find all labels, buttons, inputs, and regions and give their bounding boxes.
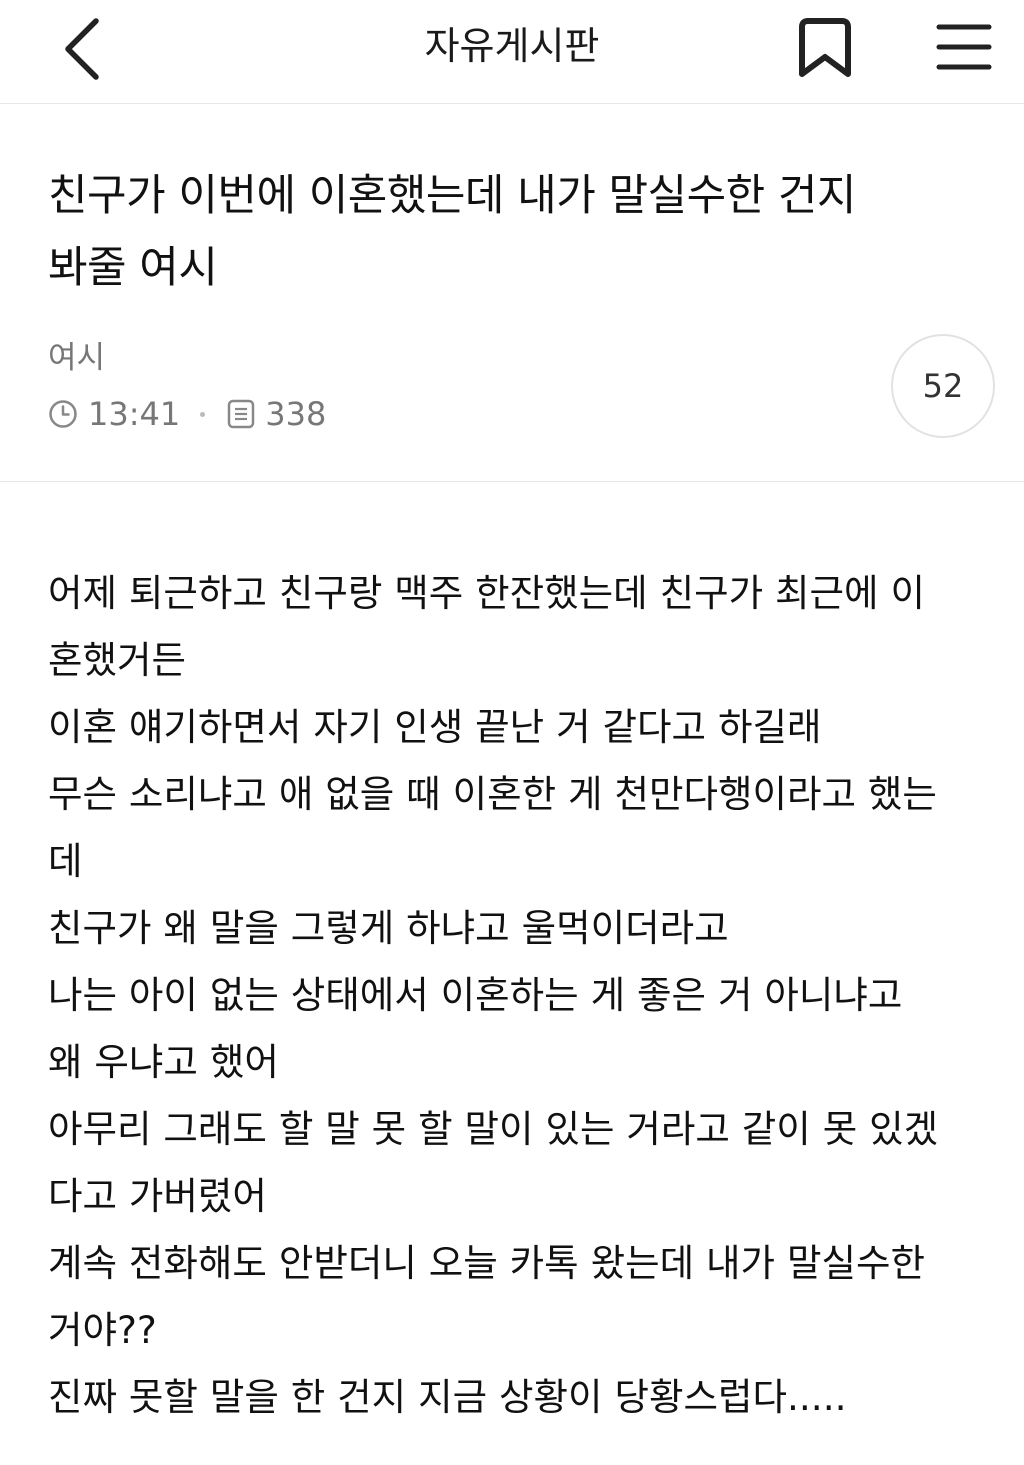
post-header: 친구가 이번에 이혼했는데 내가 말실수한 건지 봐줄 여시 여시 13:41 … [0,104,1024,482]
post-title: 친구가 이번에 이혼했는데 내가 말실수한 건지 봐줄 여시 [48,160,978,304]
post-body: 어제 퇴근하고 친구랑 맥주 한잔했는데 친구가 최근에 이 혼했거든 이혼 얘… [48,560,998,1431]
back-button[interactable] [50,14,114,84]
bookmark-icon [799,18,851,77]
chevron-left-icon [65,18,99,80]
post-title-line: 친구가 이번에 이혼했는데 내가 말실수한 건지 [48,171,856,221]
comment-count: 52 [922,367,964,405]
views-icon [227,399,255,429]
body-line: 다고 가버렸어 [48,1174,267,1218]
post-time: 13:41 [88,395,181,433]
body-line: 계속 전화해도 안받더니 오늘 카톡 왔는데 내가 말실수한 [48,1241,925,1285]
body-line: 혼했거든 [48,638,186,682]
author-name[interactable]: 여시 [48,338,105,378]
body-line: 왜 우냐고 했어 [48,1040,279,1084]
body-line: 거야?? [48,1308,157,1352]
post-meta: 13:41 338 [48,394,326,434]
body-line: 이혼 얘기하면서 자기 인생 끝난 거 같다고 하길래 [48,705,822,749]
body-line: 친구가 왜 말을 그렇게 하냐고 울먹이더라고 [48,906,729,950]
top-navigation-bar: 자유게시판 [0,0,1024,104]
clock-icon [48,399,78,429]
body-line: 나는 아이 없는 상태에서 이혼하는 게 좋은 거 아니냐고 [48,973,903,1017]
body-line: 아무리 그래도 할 말 못 할 말이 있는 거라고 같이 못 있겠 [48,1107,939,1151]
body-line: 무슨 소리냐고 애 없을 때 이혼한 게 천만다행이라고 했는 [48,772,937,816]
view-count: 338 [265,395,327,433]
comment-count-button[interactable]: 52 [891,334,995,438]
post-title-line: 봐줄 여시 [48,243,218,293]
board-title: 자유게시판 [424,24,600,68]
body-line: 데 [48,839,83,883]
menu-button[interactable] [928,14,1000,80]
meta-separator [200,411,206,417]
hamburger-menu-icon [936,24,992,70]
body-line: 진짜 못할 말을 한 건지 지금 상황이 당황스럽다..... [48,1375,847,1419]
bookmark-button[interactable] [790,12,860,84]
body-line: 어제 퇴근하고 친구랑 맥주 한잔했는데 친구가 최근에 이 [48,571,925,615]
